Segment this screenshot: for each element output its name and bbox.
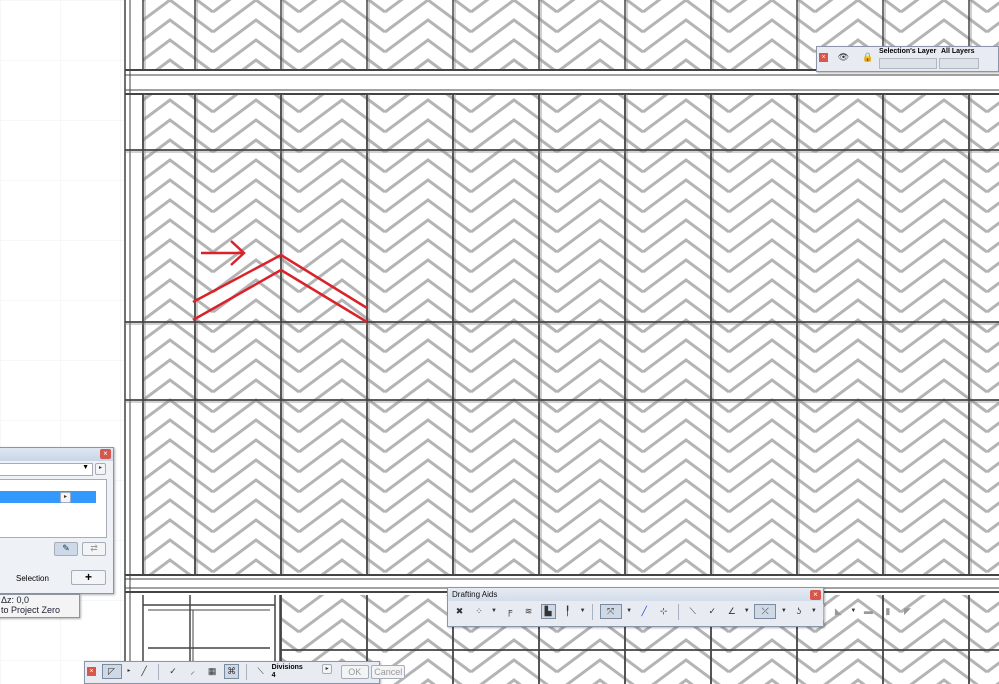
hatch-main xyxy=(143,95,999,575)
close-icon[interactable]: × xyxy=(87,667,96,676)
divisions-value[interactable]: 4 xyxy=(272,672,276,679)
parallel-icon[interactable]: ⟍ xyxy=(685,604,700,619)
divisions-icon[interactable]: ⟍ xyxy=(253,664,268,679)
dropdown[interactable]: ▼ xyxy=(0,463,93,476)
all-layers-label: All Layers xyxy=(941,48,975,55)
coordinate-box: Δz: 0,0 to Project Zero xyxy=(0,594,80,618)
grid-icon[interactable]: ▦ xyxy=(205,664,220,679)
inject-button[interactable]: ⇄ xyxy=(82,542,106,556)
separator xyxy=(158,663,160,680)
grid-snap-icon[interactable]: ⁘ xyxy=(472,604,487,619)
snap-x-icon[interactable]: ✖ xyxy=(452,604,467,619)
angle-icon[interactable]: ✓ xyxy=(705,604,720,619)
edit-toolbar: × ◸ ▸ ╱ ✓ ⸝ ▦ ⌘ ⟍ Divisions 4 ▸ OK Cance… xyxy=(84,661,406,684)
eyedropper-button[interactable]: ✎ xyxy=(54,542,78,556)
project-zero-label: to Project Zero xyxy=(1,605,61,615)
chevron-down-icon[interactable]: ▼ xyxy=(580,604,586,619)
divisions-label: Divisions xyxy=(271,663,303,671)
polyline-icon[interactable]: ✓ xyxy=(166,664,181,679)
snap-guides-icon[interactable]: ⤧ xyxy=(599,604,622,619)
guideline-icon[interactable]: ╒ xyxy=(502,604,517,619)
polygon-tool-icon[interactable]: ◸ xyxy=(101,664,122,679)
chevron-down-icon[interactable]: ▼ xyxy=(850,604,856,619)
divisions-more-button[interactable]: ▸ xyxy=(322,664,333,674)
item-arrow-button[interactable]: ▸ xyxy=(60,492,71,503)
close-icon[interactable]: × xyxy=(819,53,828,62)
dropdown-more-button[interactable]: ▸ xyxy=(95,463,106,475)
close-icon[interactable]: × xyxy=(100,449,111,459)
ok-button[interactable]: OK xyxy=(340,664,369,679)
pen-icon[interactable]: ╿ xyxy=(560,604,575,619)
layer-palette: × 👁 🔒 Selection's Layer All Layers xyxy=(816,46,999,72)
chevron-down-icon[interactable]: ▼ xyxy=(811,604,817,619)
special-snap-icon[interactable]: ⤫ xyxy=(754,604,777,619)
gravity-icon[interactable]: ≋ xyxy=(521,604,536,619)
left-panel: × ▼ ▸ ▸ ✎ ⇄ Selection + xyxy=(0,447,114,594)
lock-layer-icon[interactable]: 🔒 xyxy=(858,50,878,65)
arc-icon[interactable]: ⸝ xyxy=(185,664,200,679)
separator xyxy=(592,603,594,620)
rotate-icon[interactable]: ▬ xyxy=(861,604,876,619)
list[interactable]: ▸ xyxy=(0,479,107,538)
selection-label: Selection xyxy=(16,574,49,583)
chevron-down-icon: ▼ xyxy=(82,464,89,471)
fill-icon[interactable]: ◣ xyxy=(831,604,846,619)
selection-layer-label: Selection's Layer xyxy=(879,48,937,55)
chevron-down-icon[interactable]: ▼ xyxy=(491,604,497,619)
perpendicular-icon[interactable]: ⊹ xyxy=(656,604,671,619)
delta-z-readout: Δz: 0,0 xyxy=(1,595,30,605)
cursor-snap-icon[interactable]: ▙ xyxy=(540,604,556,619)
offset-icon[interactable]: ◤ xyxy=(900,604,915,619)
left-panel-titlebar[interactable]: × xyxy=(0,448,113,461)
drafting-aids-palette: Drafting Aids × ✖ ⁘ ▼ ╒ ≋ ▙ ╿ ▼ ⤧ ▼ ╱ ⊹ … xyxy=(447,587,911,627)
separator xyxy=(823,603,825,620)
list-item-selected[interactable]: ▸ xyxy=(0,491,96,503)
close-icon[interactable]: × xyxy=(810,590,821,600)
drafting-aids-title[interactable]: Drafting Aids xyxy=(448,588,823,601)
chevron-right-icon[interactable]: ▸ xyxy=(126,664,132,679)
all-layers-buttons[interactable] xyxy=(939,58,979,69)
add-button[interactable]: + xyxy=(71,570,106,585)
curve-icon[interactable]: ʖ xyxy=(791,604,806,619)
mirror-icon[interactable]: ▮ xyxy=(880,604,895,619)
cancel-button[interactable]: Cancel xyxy=(371,664,406,679)
selection-layer-buttons[interactable] xyxy=(879,58,937,69)
chevron-down-icon[interactable]: ▼ xyxy=(744,604,750,619)
chevron-down-icon[interactable]: ▼ xyxy=(626,604,632,619)
chevron-down-icon[interactable]: ▼ xyxy=(781,604,787,619)
magic-wand-icon[interactable]: ⌘ xyxy=(224,664,240,679)
facade-drawing[interactable] xyxy=(0,0,999,684)
separator xyxy=(245,663,247,680)
bisector-icon[interactable]: ∠ xyxy=(724,604,739,619)
line-icon[interactable]: ╱ xyxy=(637,604,652,619)
eye-layer-icon[interactable]: 👁 xyxy=(834,50,854,65)
separator xyxy=(677,603,679,620)
line-tool-icon[interactable]: ╱ xyxy=(137,664,152,679)
